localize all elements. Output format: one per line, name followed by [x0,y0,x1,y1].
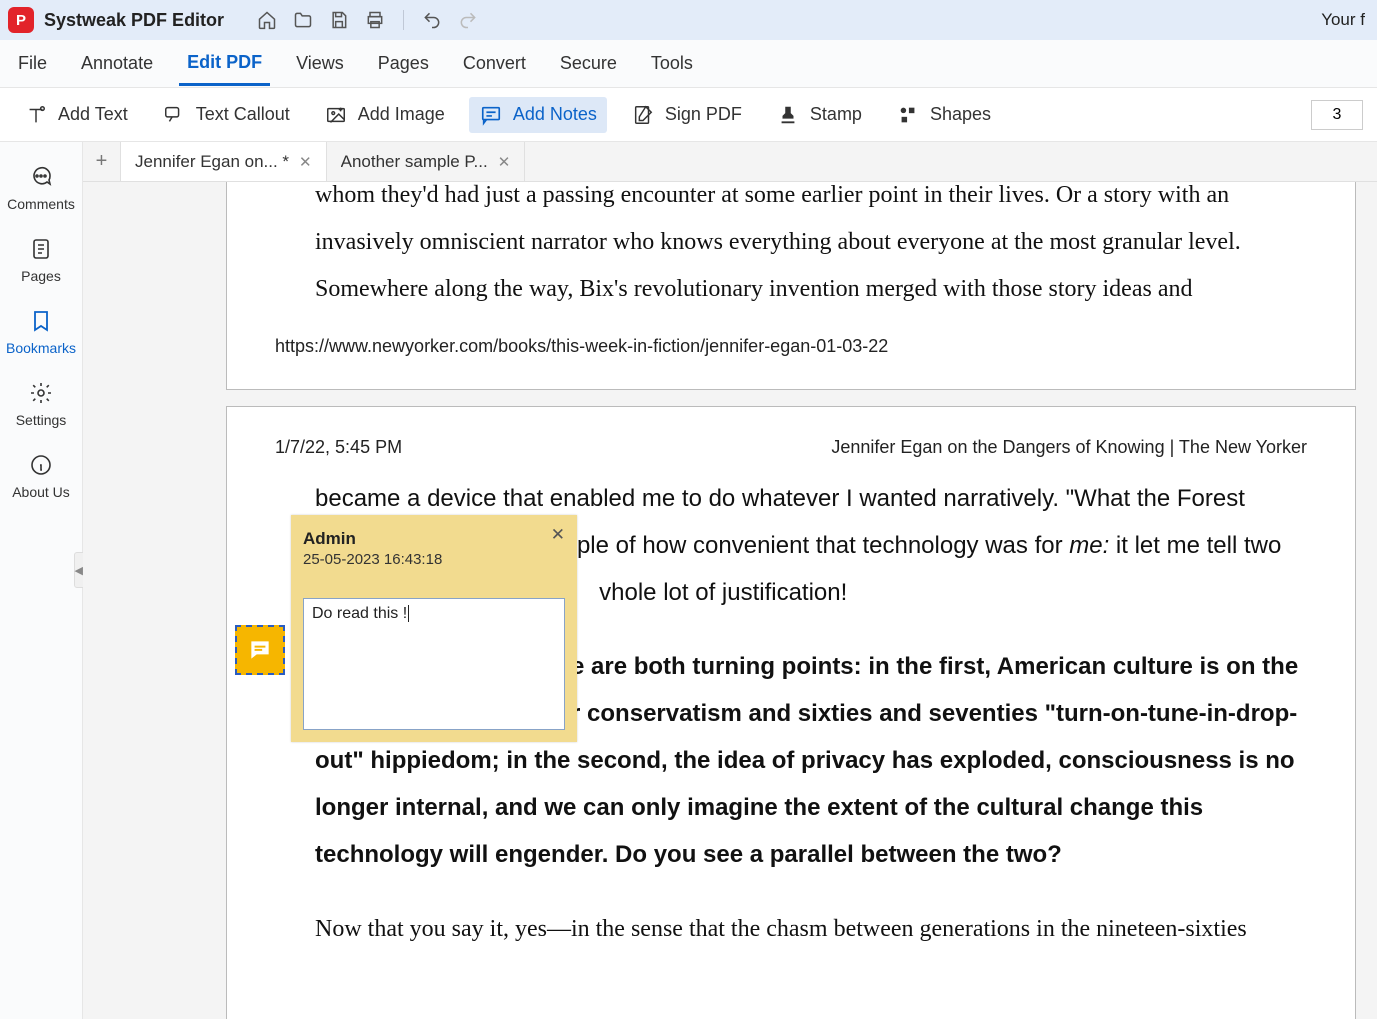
edit-toolbar: Add Text Text Callout Add Image Add Note… [0,88,1377,142]
shapes-icon [896,103,920,127]
print-icon[interactable] [357,2,393,38]
gear-icon [28,380,54,406]
tab-0-close-icon[interactable]: ✕ [299,153,312,171]
tool-stamp-label: Stamp [810,104,862,125]
note-close-icon[interactable]: ✕ [551,525,565,545]
tab-0-title: Jennifer Egan on... * [135,152,289,172]
sidebar-about-label: About Us [12,484,70,500]
page1-body-text: whom they'd had just a passing encounter… [315,182,1267,312]
menu-file[interactable]: File [10,43,55,84]
tool-add-image-label: Add Image [358,104,445,125]
tool-sign-pdf[interactable]: Sign PDF [621,97,752,133]
page2-header-title: Jennifer Egan on the Dangers of Knowing … [831,437,1307,458]
menu-edit-pdf[interactable]: Edit PDF [179,42,270,86]
save-icon[interactable] [321,2,357,38]
sidebar-comments-label: Comments [7,196,75,212]
left-sidebar: Comments Pages Bookmarks Settings About … [0,142,83,1019]
menu-pages[interactable]: Pages [370,43,437,84]
sign-icon [631,103,655,127]
pdf-page-prev: whom they'd had just a passing encounter… [226,182,1356,390]
tool-add-text-label: Add Text [58,104,128,125]
tab-1-title: Another sample P... [341,152,488,172]
tool-add-notes-label: Add Notes [513,104,597,125]
sidebar-item-about[interactable]: About Us [0,440,82,512]
tool-shapes-label: Shapes [930,104,991,125]
account-label[interactable]: Your f [1321,10,1369,30]
tool-add-text[interactable]: Add Text [14,97,138,133]
page1-url: https://www.newyorker.com/books/this-wee… [275,336,1267,357]
redo-icon[interactable] [450,2,486,38]
document-area: + Jennifer Egan on... * ✕ Another sample… [83,142,1377,1019]
tool-stamp[interactable]: Stamp [766,97,872,133]
tab-0[interactable]: Jennifer Egan on... * ✕ [121,142,327,181]
tool-sign-pdf-label: Sign PDF [665,104,742,125]
separator [403,10,404,30]
sidebar-item-bookmarks[interactable]: Bookmarks [0,296,82,368]
home-icon[interactable] [249,2,285,38]
sidebar-item-comments[interactable]: Comments [0,152,82,224]
note-author: Admin [303,529,565,549]
tab-strip: + Jennifer Egan on... * ✕ Another sample… [83,142,1377,182]
bookmark-icon [28,308,54,334]
callout-icon [162,103,186,127]
tab-1[interactable]: Another sample P... ✕ [327,142,526,181]
tool-add-notes[interactable]: Add Notes [469,97,607,133]
open-folder-icon[interactable] [285,2,321,38]
page-number-input[interactable]: 3 [1311,100,1363,130]
page2-timestamp: 1/7/22, 5:45 PM [275,437,402,458]
menu-tools[interactable]: Tools [643,43,701,84]
app-logo-icon: P [8,7,34,33]
sidebar-settings-label: Settings [16,412,67,428]
sticky-note-anchor[interactable] [235,625,285,675]
sticky-note-popup[interactable]: Admin 25-05-2023 16:43:18 ✕ Do read this… [291,515,577,742]
note-text-input[interactable]: Do read this ! [303,598,565,730]
app-title: Systweak PDF Editor [44,10,224,31]
tool-text-callout-label: Text Callout [196,104,290,125]
menu-bar: File Annotate Edit PDF Views Pages Conve… [0,40,1377,88]
comments-icon [28,164,54,190]
pages-icon [28,236,54,262]
tool-text-callout[interactable]: Text Callout [152,97,300,133]
info-icon [28,452,54,478]
stamp-icon [776,103,800,127]
note-timestamp: 25-05-2023 16:43:18 [303,551,565,568]
menu-annotate[interactable]: Annotate [73,43,161,84]
tool-add-image[interactable]: Add Image [314,97,455,133]
tool-shapes[interactable]: Shapes [886,97,1001,133]
new-tab-button[interactable]: + [83,142,121,181]
text-icon [24,103,48,127]
undo-icon[interactable] [414,2,450,38]
sidebar-item-pages[interactable]: Pages [0,224,82,296]
sidebar-item-settings[interactable]: Settings [0,368,82,440]
image-icon [324,103,348,127]
menu-views[interactable]: Views [288,43,352,84]
sidebar-bookmarks-label: Bookmarks [6,340,76,356]
page2-para3: Now that you say it, yes—in the sense th… [315,906,1307,953]
page-viewport[interactable]: whom they'd had just a passing encounter… [83,182,1377,1019]
tab-1-close-icon[interactable]: ✕ [498,153,511,171]
menu-secure[interactable]: Secure [552,43,625,84]
sidebar-pages-label: Pages [21,268,61,284]
title-bar: P Systweak PDF Editor Your f [0,0,1377,40]
notes-icon [479,103,503,127]
menu-convert[interactable]: Convert [455,43,534,84]
